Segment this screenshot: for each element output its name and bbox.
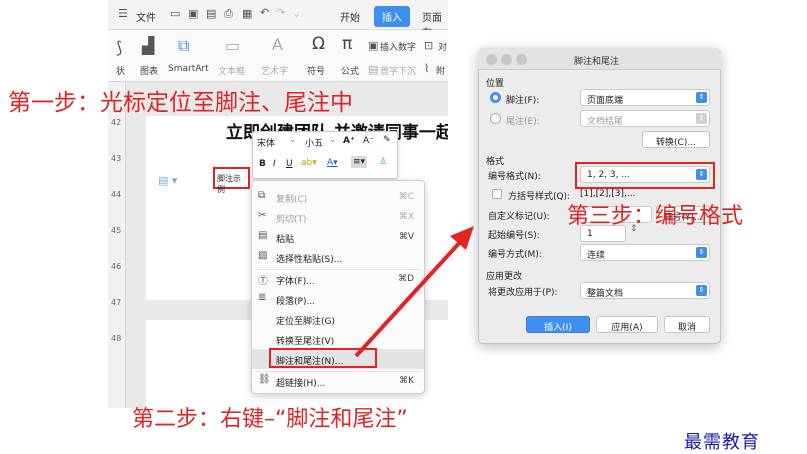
arrow-line bbox=[354, 238, 464, 358]
brand-watermark: 最需教育 bbox=[684, 432, 760, 453]
annotation-arrow bbox=[354, 226, 474, 358]
